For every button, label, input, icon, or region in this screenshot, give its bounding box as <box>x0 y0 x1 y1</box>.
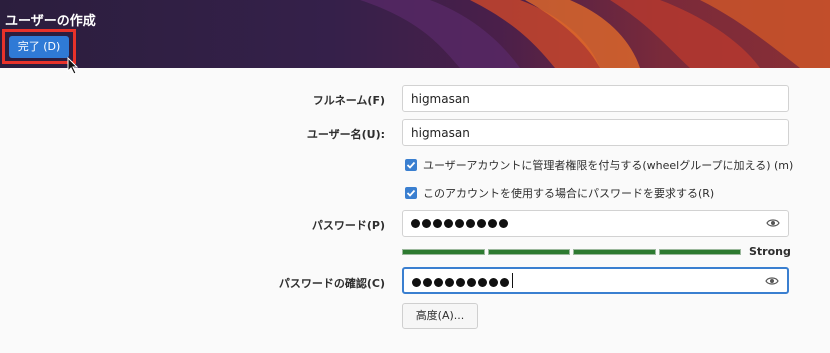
checkmark-icon <box>406 189 416 197</box>
mask-dot <box>489 278 498 287</box>
mask-dot <box>423 278 432 287</box>
done-button-highlight: 完了 (D) <box>2 29 76 64</box>
checkmark-icon <box>406 161 416 169</box>
mask-dot <box>411 219 420 228</box>
mask-dot <box>433 219 442 228</box>
mouse-cursor-icon <box>67 57 79 75</box>
fullname-field[interactable]: higmasan <box>402 85 789 112</box>
eye-icon[interactable] <box>766 217 780 229</box>
mask-dot <box>422 219 431 228</box>
mask-dot <box>455 219 464 228</box>
password-mask <box>411 215 508 228</box>
confirm-label: パスワードの確認(C) <box>278 277 385 290</box>
text-caret <box>512 273 513 288</box>
confirm-password-field[interactable] <box>402 267 789 294</box>
admin-checkbox[interactable] <box>405 159 417 171</box>
require-password-label: このアカウントを使用する場合にパスワードを要求する(R) <box>423 187 715 200</box>
fullname-value: higmasan <box>411 92 470 106</box>
username-value: higmasan <box>411 126 470 140</box>
strength-segment <box>487 249 570 255</box>
eye-icon[interactable] <box>765 275 779 287</box>
strength-segment <box>658 249 741 255</box>
username-field[interactable]: higmasan <box>402 119 789 146</box>
advanced-button[interactable]: 高度(A)... <box>402 303 478 329</box>
confirm-mask <box>412 273 513 288</box>
fullname-label: フルネーム(F) <box>312 94 385 107</box>
header-bar: ユーザーの作成 完了 (D) <box>0 0 830 68</box>
password-field[interactable] <box>402 210 789 237</box>
mask-dot <box>444 219 453 228</box>
mask-dot <box>445 278 454 287</box>
mask-dot <box>412 278 421 287</box>
password-strength-bar <box>402 249 741 255</box>
password-strength-text: Strong <box>749 245 791 258</box>
mask-dot <box>456 278 465 287</box>
username-label: ユーザー名(U): <box>306 128 385 141</box>
window-title: ユーザーの作成 <box>5 14 96 29</box>
admin-checkbox-row[interactable]: ユーザーアカウントに管理者権限を付与する(wheelグループに加える) (m) <box>405 157 793 173</box>
mask-dot <box>477 219 486 228</box>
strength-segment <box>573 249 656 255</box>
admin-checkbox-label: ユーザーアカウントに管理者権限を付与する(wheelグループに加える) (m) <box>423 159 794 172</box>
require-password-checkbox[interactable] <box>405 187 417 199</box>
done-button[interactable]: 完了 (D) <box>9 36 69 58</box>
mask-dot <box>488 219 497 228</box>
wallpaper-graphic <box>360 0 830 68</box>
require-password-row[interactable]: このアカウントを使用する場合にパスワードを要求する(R) <box>405 185 714 201</box>
mask-dot <box>467 278 476 287</box>
strength-segment <box>402 249 485 255</box>
mask-dot <box>478 278 487 287</box>
mask-dot <box>434 278 443 287</box>
mask-dot <box>466 219 475 228</box>
mask-dot <box>500 278 509 287</box>
mask-dot <box>499 219 508 228</box>
password-label: パスワード(P) <box>311 219 385 232</box>
